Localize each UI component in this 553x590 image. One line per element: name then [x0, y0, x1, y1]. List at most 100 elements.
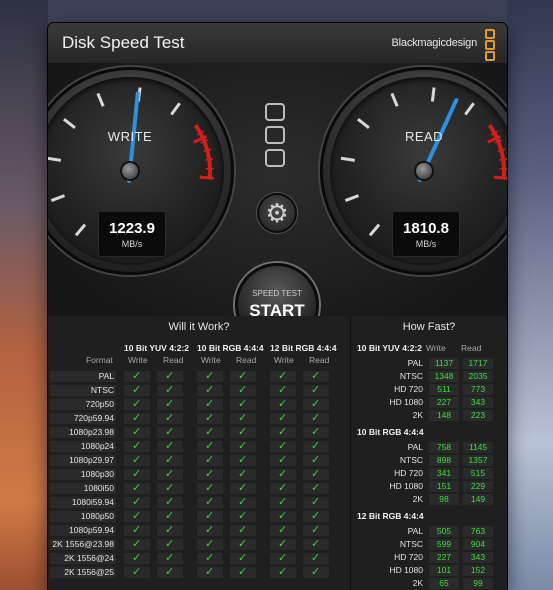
how-fast-row-label: NTSC [399, 371, 423, 381]
compatibility-cell: ✓ [230, 510, 256, 522]
will-it-work-title: Will it Work? [168, 321, 230, 333]
check-icon: ✓ [132, 440, 142, 452]
check-icon: ✓ [311, 398, 321, 410]
how-fast-row-label: HD 1080 [389, 397, 423, 407]
compatibility-cell: ✓ [303, 426, 329, 438]
compatibility-cell: ✓ [197, 426, 223, 438]
compatibility-cell: ✓ [157, 426, 183, 438]
how-fast-row: PAL 505 763 [351, 525, 507, 538]
settings-button[interactable]: ⚙ [257, 193, 297, 233]
compatibility-cell: ✓ [197, 524, 223, 536]
how-fast-row-label: HD 720 [394, 552, 423, 562]
write-gauge-minor-tick [203, 148, 212, 153]
compatibility-cell: ✓ [197, 454, 223, 466]
format-label: 2K 1556@23.98 [52, 539, 114, 549]
how-fast-row: NTSC 599 904 [351, 538, 507, 551]
how-fast-row: NTSC 1348 2035 [351, 370, 507, 383]
how-fast-read-value: 763 [463, 526, 493, 537]
read-gauge-minor-tick [497, 148, 506, 153]
check-icon: ✓ [165, 370, 175, 382]
check-icon: ✓ [205, 468, 215, 480]
check-icon: ✓ [205, 370, 215, 382]
how-fast-read-value: 99 [463, 578, 493, 589]
how-fast-read-value: 1717 [463, 358, 493, 369]
format-row: 2K 1556@25 ✓ ✓ ✓ ✓ ✓ ✓ [48, 566, 350, 579]
write-gauge-tick [62, 117, 76, 129]
check-icon: ✓ [238, 566, 248, 578]
how-fast-row-label: HD 1080 [389, 481, 423, 491]
compatibility-cell: ✓ [303, 552, 329, 564]
col-header-read: Read [309, 355, 330, 365]
check-icon: ✓ [278, 482, 288, 494]
compatibility-cell: ✓ [124, 426, 150, 438]
indicator-slot-2 [265, 126, 285, 144]
title-bar[interactable]: Disk Speed Test Blackmagicdesign [48, 23, 507, 64]
check-icon: ✓ [278, 538, 288, 550]
check-icon: ✓ [205, 566, 215, 578]
how-fast-write-value: 898 [429, 455, 459, 466]
compatibility-cell: ✓ [157, 510, 183, 522]
check-icon: ✓ [311, 510, 321, 522]
compatibility-cell: ✓ [303, 566, 329, 578]
write-gauge-tick [170, 102, 181, 116]
format-label: 2K 1556@24 [64, 553, 114, 563]
check-icon: ✓ [311, 538, 321, 550]
format-row: 1080p59.94 ✓ ✓ ✓ ✓ ✓ ✓ [48, 524, 350, 537]
group-header-yuv422: 10 Bit YUV 4:2:2 [124, 343, 190, 353]
how-fast-row: NTSC 898 1357 [351, 454, 507, 467]
check-icon: ✓ [311, 496, 321, 508]
how-fast-row-label: 2K [412, 578, 423, 588]
how-fast-read-value: 904 [463, 539, 493, 550]
col-header-read: Read [163, 355, 184, 365]
how-fast-group-header: 10 Bit RGB 4:4:4 [357, 427, 424, 437]
compatibility-cell: ✓ [124, 454, 150, 466]
compatibility-cell: ✓ [230, 454, 256, 466]
check-icon: ✓ [132, 454, 142, 466]
check-icon: ✓ [165, 510, 175, 522]
check-icon: ✓ [165, 426, 175, 438]
compatibility-cell: ✓ [303, 398, 329, 410]
how-fast-read-value: 1357 [463, 455, 493, 466]
format-row: 720p59.94 ✓ ✓ ✓ ✓ ✓ ✓ [48, 412, 350, 425]
check-icon: ✓ [238, 384, 248, 396]
compatibility-cell: ✓ [230, 412, 256, 424]
check-icon: ✓ [132, 566, 142, 578]
compatibility-cell: ✓ [303, 482, 329, 494]
how-fast-read-value: 223 [463, 410, 493, 421]
how-fast-group-header: 10 Bit YUV 4:2:2 [357, 343, 423, 353]
compatibility-cell: ✓ [197, 398, 223, 410]
compatibility-cell: ✓ [303, 412, 329, 424]
check-icon: ✓ [311, 566, 321, 578]
read-gauge-tick [390, 92, 399, 107]
read-gauge-tick [464, 102, 475, 116]
how-fast-write-value: 98 [429, 494, 459, 505]
format-label: 1080p29.97 [69, 455, 114, 465]
compatibility-cell: ✓ [197, 370, 223, 382]
check-icon: ✓ [238, 496, 248, 508]
check-icon: ✓ [278, 440, 288, 452]
check-icon: ✓ [238, 524, 248, 536]
desktop-background-right [507, 0, 553, 590]
how-fast-col-write: Write [426, 343, 446, 353]
compatibility-cell: ✓ [303, 510, 329, 522]
check-icon: ✓ [132, 482, 142, 494]
compatibility-cell: ✓ [197, 510, 223, 522]
read-gauge: READ 1810.8 MB/s [320, 67, 507, 275]
compatibility-cell: ✓ [230, 370, 256, 382]
format-row: 720p50 ✓ ✓ ✓ ✓ ✓ ✓ [48, 398, 350, 411]
check-icon: ✓ [132, 538, 142, 550]
format-row: 2K 1556@23.98 ✓ ✓ ✓ ✓ ✓ ✓ [48, 538, 350, 551]
how-fast-read-value: 229 [463, 481, 493, 492]
compatibility-cell: ✓ [270, 426, 296, 438]
read-gauge-tick [368, 223, 381, 237]
compatibility-cell: ✓ [303, 496, 329, 508]
compatibility-cell: ✓ [124, 440, 150, 452]
compatibility-cell: ✓ [270, 538, 296, 550]
check-icon: ✓ [132, 370, 142, 382]
compatibility-cell: ✓ [230, 566, 256, 578]
check-icon: ✓ [205, 440, 215, 452]
check-icon: ✓ [238, 370, 248, 382]
compatibility-cell: ✓ [230, 496, 256, 508]
how-fast-write-value: 227 [429, 552, 459, 563]
write-gauge-tick [50, 194, 66, 202]
